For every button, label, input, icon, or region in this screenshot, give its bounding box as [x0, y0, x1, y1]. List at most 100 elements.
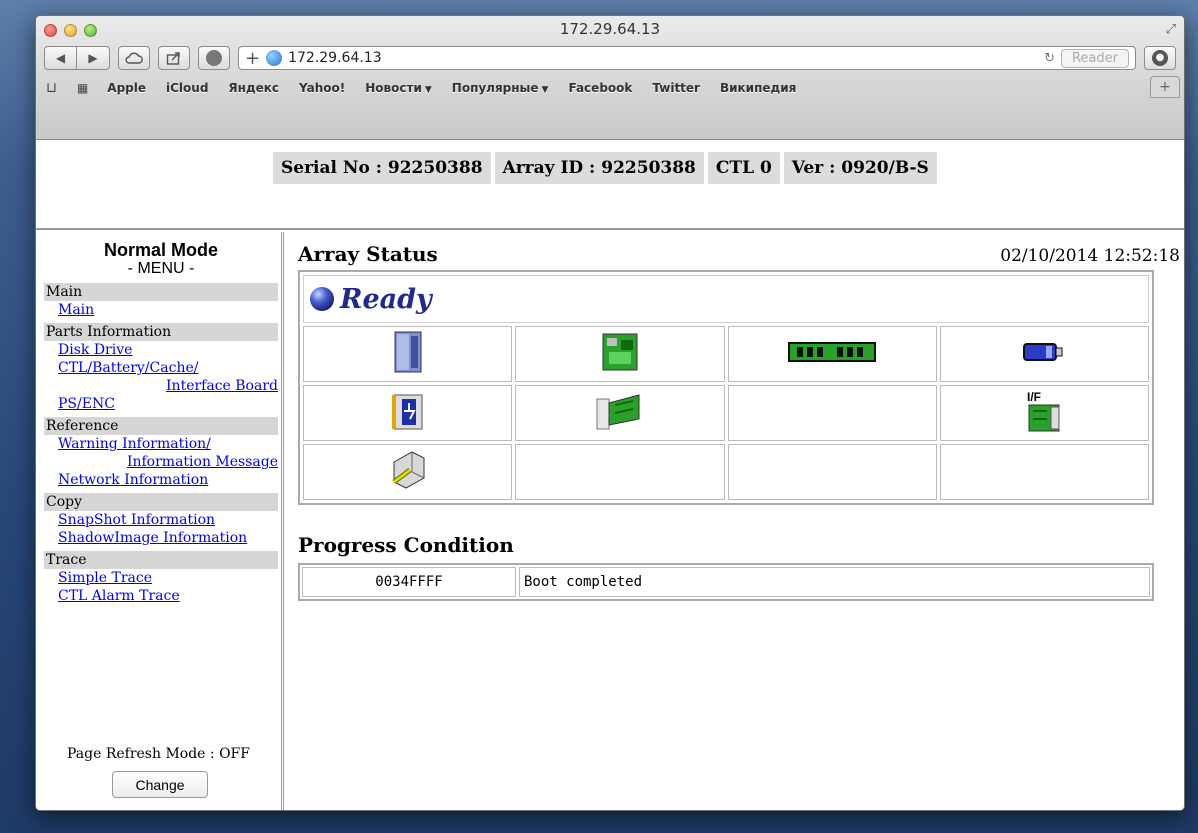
stop-extension-icon: [206, 50, 222, 66]
menu-section-header: Trace: [44, 551, 278, 569]
add-bookmark-icon[interactable]: +: [245, 48, 260, 69]
progress-message: Boot completed: [519, 567, 1150, 597]
menu-title: - MENU -: [127, 260, 195, 277]
menu-link[interactable]: ShadowImage Information: [44, 529, 278, 547]
status-text: Ready: [340, 283, 432, 315]
share-button[interactable]: [158, 46, 190, 70]
header-frame: Serial No : 92250388 Array ID : 92250388…: [36, 141, 1184, 230]
menu-link-continuation[interactable]: Information Message: [44, 453, 278, 471]
array-id: Array ID : 92250388: [494, 152, 704, 184]
menu-link-continuation[interactable]: Interface Board: [44, 377, 278, 395]
battery-icon: [1022, 340, 1066, 368]
back-arrow-icon: ◀: [55, 51, 66, 65]
icloud-tabs-button[interactable]: [118, 46, 150, 70]
interface-badge-text: I/F: [1027, 390, 1041, 404]
bookmark-label: Популярные: [451, 81, 539, 95]
fan-module-icon: [388, 448, 428, 496]
mode-title: Normal Mode: [103, 240, 218, 260]
array-status-panel: Ready I/F: [298, 270, 1154, 505]
share-icon: [166, 52, 180, 65]
menu-section-header: Copy: [44, 493, 278, 511]
bookmark-item[interactable]: Новости ▼: [365, 81, 432, 95]
progress-condition-title: Progress Condition: [298, 533, 514, 557]
component-cell[interactable]: [303, 326, 513, 382]
status-indicator: Ready: [303, 275, 1149, 323]
menu-link[interactable]: CTL/Battery/Cache/: [44, 359, 278, 377]
menu-link[interactable]: Network Information: [44, 471, 278, 489]
bookmark-label: Новости: [365, 81, 422, 95]
bookmark-item[interactable]: Википедия: [720, 81, 796, 95]
address-bar[interactable]: + 172.29.64.13 ↻ Reader: [238, 46, 1136, 70]
menu-frame: Normal Mode - MENU - Main Main Parts Infor…: [36, 232, 284, 810]
component-cell[interactable]: [515, 326, 725, 382]
bookmark-label: Apple: [107, 81, 146, 95]
menu-sections: Main Main Parts Information Disk Drive CTL/B…: [44, 283, 278, 605]
component-cell[interactable]: [939, 326, 1149, 382]
bookmark-label: Википедия: [719, 81, 797, 95]
extension-button[interactable]: [198, 46, 230, 70]
menu-link[interactable]: Simple Trace: [44, 569, 278, 587]
menu-link[interactable]: Main: [44, 301, 278, 319]
globe-icon: [266, 50, 283, 66]
chevron-down-icon: ▼: [424, 85, 432, 95]
reading-list-icon[interactable]: ⊔: [46, 80, 57, 96]
power-supply-icon: [390, 389, 426, 437]
bookmark-list: Apple iCloud Яндекс Yahoo! Новости ▼ Популярны…: [107, 81, 796, 95]
empty-component-cell: [515, 444, 725, 500]
change-refresh-button[interactable]: Change: [112, 771, 208, 798]
bookmark-label: Яндекс: [228, 81, 280, 95]
serial-number: Serial No : 92250388: [273, 152, 491, 184]
new-tab-button[interactable]: +: [1150, 76, 1180, 98]
bookmark-item[interactable]: Яндекс: [228, 81, 279, 95]
fullscreen-icon[interactable]: ⤢: [1166, 22, 1176, 37]
bookmark-item[interactable]: Twitter: [652, 81, 700, 95]
browser-chrome: 172.29.64.13 ⤢ ◀ ▶ + 172.29.64.13 ↻ Read…: [36, 16, 1184, 140]
bookmark-item[interactable]: Yahoo!: [299, 81, 345, 95]
bookmark-item[interactable]: iCloud: [166, 81, 208, 95]
top-sites-icon[interactable]: ▦: [77, 81, 88, 95]
menu-link[interactable]: CTL Alarm Trace: [44, 587, 278, 605]
empty-component-cell: [939, 444, 1149, 500]
interface-board-icon: I/F: [1025, 389, 1063, 437]
controller-id: CTL 0: [707, 152, 780, 184]
downloads-button[interactable]: ●: [1144, 46, 1176, 70]
status-orb-icon: [310, 287, 334, 311]
menu-link[interactable]: Disk Drive: [44, 341, 278, 359]
menu-section-header: Parts Information: [44, 323, 278, 341]
downloads-icon: ●: [1152, 50, 1168, 66]
board-module-icon: [595, 391, 645, 435]
firmware-version: Ver : 0920/B-S: [783, 152, 937, 184]
bookmark-item[interactable]: Apple: [107, 81, 146, 95]
component-cell[interactable]: [303, 385, 513, 441]
component-cell[interactable]: [303, 444, 513, 500]
progress-code: 0034FFFF: [302, 567, 516, 597]
nav-buttons: ◀ ▶: [44, 46, 110, 70]
bookmark-item[interactable]: Facebook: [568, 81, 632, 95]
menu-link[interactable]: SnapShot Information: [44, 511, 278, 529]
reload-icon[interactable]: ↻: [1044, 51, 1055, 66]
url-text[interactable]: 172.29.64.13: [288, 50, 1038, 66]
forward-button[interactable]: ▶: [77, 46, 110, 70]
menu-link[interactable]: Warning Information/: [44, 435, 278, 453]
page-content: Serial No : 92250388 Array ID : 92250388…: [36, 141, 1184, 810]
page-refresh-mode: Page Refresh Mode : OFF: [66, 746, 250, 762]
forward-arrow-icon: ▶: [88, 51, 98, 65]
component-cell[interactable]: [727, 326, 937, 382]
browser-toolbar: ◀ ▶ + 172.29.64.13 ↻ Reader ●: [44, 44, 1176, 72]
component-cell[interactable]: I/F: [939, 385, 1149, 441]
controller-board-icon: [601, 332, 639, 376]
empty-component-cell: [727, 385, 937, 441]
back-button[interactable]: ◀: [44, 46, 77, 70]
component-cell[interactable]: [515, 385, 725, 441]
disk-drive-icon: [393, 330, 423, 378]
bookmark-label: iCloud: [166, 81, 209, 95]
bookmark-label: Twitter: [652, 81, 700, 95]
status-datetime: 02/10/2014 12:52:18: [1000, 246, 1180, 266]
bookmark-item[interactable]: Популярные ▼: [452, 81, 549, 95]
array-status-title: Array Status: [298, 242, 438, 266]
window-title: 172.29.64.13: [559, 20, 661, 38]
reader-button[interactable]: Reader: [1060, 48, 1129, 68]
array-status-header: Array Status 02/10/2014 12:52:18: [298, 242, 1180, 266]
menu-link[interactable]: PS/ENC: [44, 395, 278, 413]
cache-memory-icon: [787, 339, 877, 369]
